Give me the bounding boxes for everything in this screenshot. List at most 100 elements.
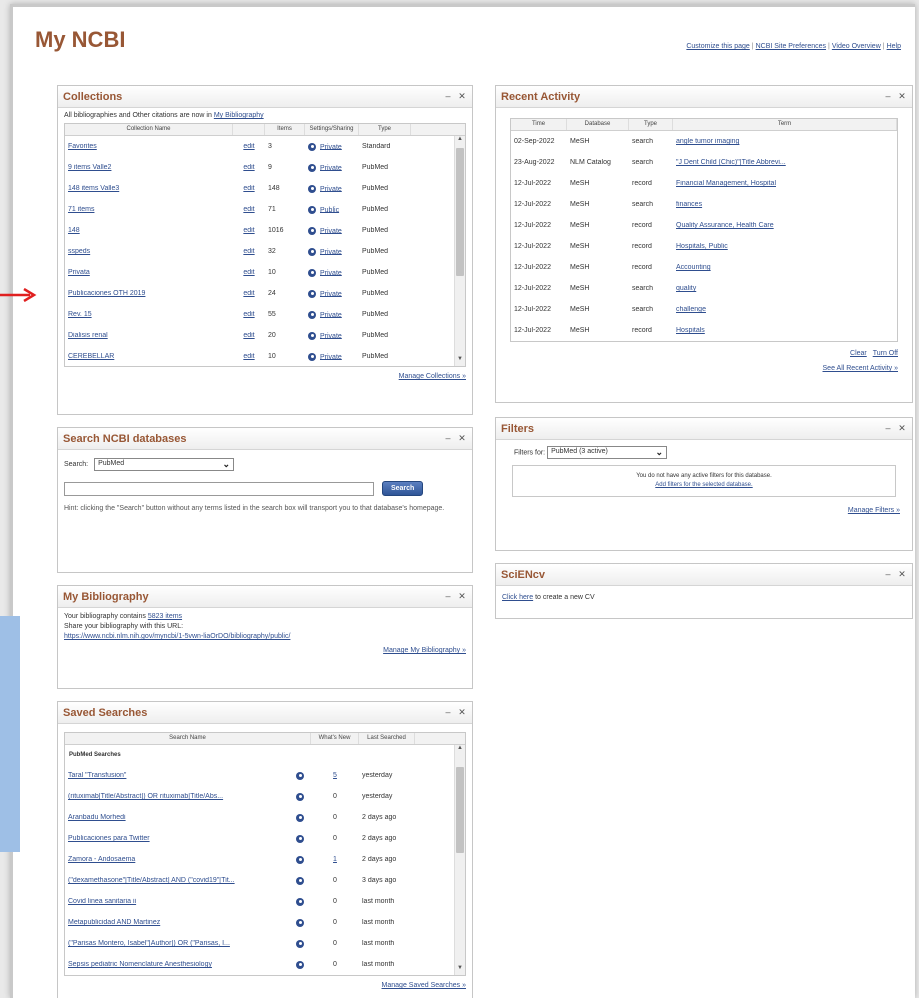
col-header-name[interactable]: Collection Name (65, 124, 233, 135)
minimize-icon[interactable]: – (443, 591, 453, 601)
saved-search-link[interactable]: ("Parisas Montero, Isabel"[Author]) OR (… (68, 940, 230, 947)
activity-term-link[interactable]: Quality Assurance, Health Care (676, 222, 774, 229)
gear-icon[interactable] (296, 834, 304, 843)
sharing-link[interactable]: Private (320, 269, 342, 276)
saved-search-link[interactable]: Publicaciones para Twitter (68, 835, 150, 842)
edit-collection-link[interactable]: edit (243, 248, 254, 255)
my-bibliography-link[interactable]: My Bibliography (214, 112, 264, 119)
sharing-link[interactable]: Public (320, 206, 339, 213)
gear-icon[interactable] (296, 813, 304, 822)
gear-icon[interactable] (308, 205, 316, 214)
col-header-last-searched[interactable]: Last Searched (359, 733, 415, 744)
gear-icon[interactable] (296, 771, 304, 780)
activity-term-link[interactable]: quality (676, 285, 696, 292)
col-header-sharing[interactable]: Settings/Sharing (305, 124, 359, 135)
edit-collection-link[interactable]: edit (243, 164, 254, 171)
sharing-link[interactable]: Private (320, 227, 342, 234)
minimize-icon[interactable]: – (883, 91, 893, 101)
manage-saved-searches-link[interactable]: Manage Saved Searches » (382, 982, 466, 989)
collection-name-link[interactable]: Dialisis renal (68, 332, 108, 339)
collection-name-link[interactable]: Rev. 15 (68, 311, 92, 318)
gear-icon[interactable] (308, 226, 316, 235)
sharing-link[interactable]: Private (320, 164, 342, 171)
close-icon[interactable]: ✕ (457, 91, 467, 102)
minimize-icon[interactable]: – (443, 433, 453, 443)
collection-name-link[interactable]: 148 (68, 227, 80, 234)
saved-search-link[interactable]: Taral "Transfusion" (68, 772, 126, 779)
sharing-link[interactable]: Private (320, 143, 342, 150)
edit-collection-link[interactable]: edit (243, 206, 254, 213)
col-header-search-name[interactable]: Search Name (65, 733, 311, 744)
edit-collection-link[interactable]: edit (243, 290, 254, 297)
activity-term-link[interactable]: Hospitals (676, 327, 705, 334)
saved-search-link[interactable]: Aranbadu Morhedi (68, 814, 126, 821)
help-link[interactable]: Help (887, 43, 901, 50)
collections-scrollbar[interactable]: ▲ ▼ (454, 136, 465, 366)
sharing-link[interactable]: Private (320, 332, 342, 339)
minimize-icon[interactable]: – (443, 707, 453, 717)
minimize-icon[interactable]: – (883, 423, 893, 433)
close-icon[interactable]: ✕ (457, 707, 467, 718)
col-header-items[interactable]: Items (265, 124, 305, 135)
close-icon[interactable]: ✕ (897, 569, 907, 580)
video-overview-link[interactable]: Video Overview (832, 43, 881, 50)
collection-name-link[interactable]: Favorites (68, 143, 97, 150)
saved-search-link[interactable]: ("dexamethasone"[Title/Abstract] AND ("c… (68, 877, 235, 884)
manage-collections-link[interactable]: Manage Collections » (399, 373, 466, 380)
search-input[interactable] (64, 481, 374, 496)
collection-name-link[interactable]: 148 items Valle3 (68, 185, 119, 192)
saved-search-link[interactable]: Zamora - Andosaema (68, 856, 135, 863)
close-icon[interactable]: ✕ (897, 91, 907, 102)
manage-filters-link[interactable]: Manage Filters » (848, 507, 900, 514)
edit-collection-link[interactable]: edit (243, 332, 254, 339)
collection-name-link[interactable]: 9 items Valle2 (68, 164, 111, 171)
collection-name-link[interactable]: sspeds (68, 248, 90, 255)
gear-icon[interactable] (308, 331, 316, 340)
collection-name-link[interactable]: Privata (68, 269, 90, 276)
gear-icon[interactable] (296, 897, 304, 906)
gear-icon[interactable] (308, 268, 316, 277)
saved-search-link[interactable]: Sepsis pediatric Nomenclature Anesthesio… (68, 961, 212, 968)
col-header-type[interactable]: Type (359, 124, 411, 135)
minimize-icon[interactable]: – (443, 91, 453, 101)
edit-collection-link[interactable]: edit (243, 311, 254, 318)
gear-icon[interactable] (296, 918, 304, 927)
saved-search-link[interactable]: Covid linea sanitaria ii (68, 898, 136, 905)
saved-search-link[interactable]: (rituximab[Title/Abstract]) OR rituximab… (68, 793, 223, 800)
activity-term-link[interactable]: challenge (676, 306, 706, 313)
database-select[interactable]: PubMed ⌄ (94, 458, 235, 471)
sharing-link[interactable]: Private (320, 290, 342, 297)
gear-icon[interactable] (308, 289, 316, 298)
gear-icon[interactable] (296, 939, 304, 948)
edit-collection-link[interactable]: edit (243, 353, 254, 360)
edit-collection-link[interactable]: edit (243, 185, 254, 192)
edit-collection-link[interactable]: edit (243, 227, 254, 234)
add-filters-link[interactable]: Add filters for the selected database. (655, 482, 752, 488)
collection-name-link[interactable]: Publicaciones OTH 2019 (68, 290, 145, 297)
gear-icon[interactable] (308, 163, 316, 172)
close-icon[interactable]: ✕ (457, 591, 467, 602)
collection-name-link[interactable]: 71 items (68, 206, 94, 213)
bibliography-items-link[interactable]: 5823 items (148, 613, 182, 620)
whats-new-link[interactable]: 5 (333, 772, 337, 779)
close-icon[interactable]: ✕ (897, 423, 907, 434)
turn-off-activity-link[interactable]: Turn Off (873, 350, 898, 357)
gear-icon[interactable] (308, 352, 316, 361)
gear-icon[interactable] (308, 310, 316, 319)
search-button[interactable]: Search (381, 481, 424, 496)
col-header-whats-new[interactable]: What's New (311, 733, 359, 744)
gear-icon[interactable] (296, 876, 304, 885)
gear-icon[interactable] (308, 142, 316, 151)
sharing-link[interactable]: Private (320, 353, 342, 360)
activity-term-link[interactable]: angle tumor imaging (676, 138, 739, 145)
activity-term-link[interactable]: "J Dent Child (Chic)"[Title Abbrevi... (676, 159, 786, 166)
gear-icon[interactable] (308, 184, 316, 193)
gear-icon[interactable] (308, 247, 316, 256)
whats-new-link[interactable]: 1 (333, 856, 337, 863)
edit-collection-link[interactable]: edit (243, 143, 254, 150)
gear-icon[interactable] (296, 855, 304, 864)
bibliography-url-link[interactable]: https://www.ncbi.nlm.nih.gov/myncbi/1-5v… (64, 633, 290, 640)
site-preferences-link[interactable]: NCBI Site Preferences (756, 43, 826, 50)
customize-link[interactable]: Customize this page (686, 43, 749, 50)
activity-term-link[interactable]: Financial Management, Hospital (676, 180, 776, 187)
